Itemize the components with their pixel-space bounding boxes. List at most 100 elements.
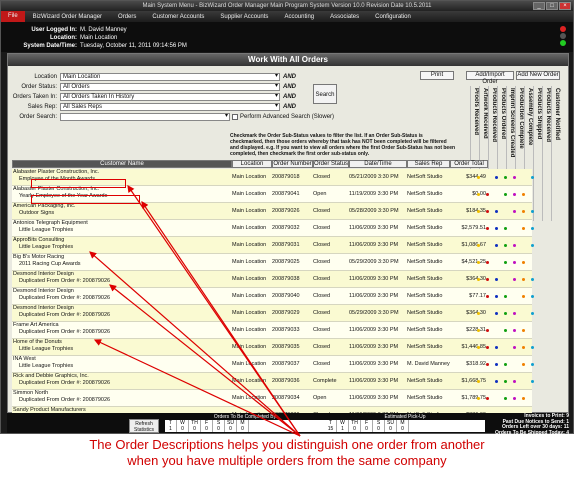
order-datetime: 05/28/2009 3:30 PM bbox=[349, 207, 399, 214]
filter-taken: Orders Taken In: All Orders Taken In His… bbox=[8, 92, 296, 101]
menu-customer-accounts[interactable]: Customer Accounts bbox=[144, 14, 212, 20]
status-dot-icon bbox=[483, 346, 492, 349]
table-row[interactable]: Simmon North Duplicated From Order #: 200… bbox=[12, 390, 532, 407]
orders-panel: Work With All Orders Location Main Locat… bbox=[7, 53, 569, 424]
col-sales-rep[interactable]: Sales Rep bbox=[407, 160, 450, 168]
sales-rep-select[interactable]: All Sales Reps bbox=[60, 102, 280, 111]
customer-name: Big B's Motor Racing bbox=[13, 254, 65, 260]
day-count: 0 bbox=[373, 426, 385, 432]
order-sales-rep: NetSoft Studio bbox=[407, 394, 443, 401]
order-search-input[interactable] bbox=[60, 112, 230, 121]
advanced-search-label: Perform Advanced Search (Slower) bbox=[240, 113, 335, 120]
order-datetime: 11/06/2009 3:30 PM bbox=[349, 241, 399, 248]
order-sales-rep: NetSoft Studio bbox=[407, 207, 443, 214]
maximize-button[interactable]: □ bbox=[546, 2, 558, 10]
order-status: Closed bbox=[313, 360, 331, 367]
table-row[interactable]: Frame Art America Duplicated From Order #… bbox=[12, 322, 532, 339]
order-number: 200879029 bbox=[272, 309, 300, 316]
caption-line-2: when you have multiple orders from the s… bbox=[127, 453, 447, 468]
location-label: Location: bbox=[50, 35, 77, 41]
location-select[interactable]: Main Location bbox=[60, 72, 280, 81]
menu-configuration[interactable]: Configuration bbox=[367, 14, 419, 20]
table-row[interactable]: Antonios Telegraph Equipment Little Leagu… bbox=[12, 220, 532, 237]
col-order-total[interactable]: Order Total bbox=[450, 160, 488, 168]
menu-file[interactable]: File bbox=[1, 11, 25, 22]
order-description: Duplicated From Order #: 200879026 bbox=[19, 329, 111, 335]
description-highlight bbox=[31, 195, 140, 204]
orders-taken-select[interactable]: All Orders Taken In History bbox=[60, 92, 280, 101]
status-dot-icon bbox=[492, 346, 501, 349]
status-lights-icon bbox=[557, 25, 569, 49]
order-description: Duplicated From Order #: 200879026 bbox=[19, 397, 111, 403]
order-datetime: 05/21/2009 3:30 PM bbox=[349, 173, 399, 180]
status-dot-icon bbox=[528, 380, 537, 383]
dot-row bbox=[474, 186, 564, 203]
order-number: 200879041 bbox=[272, 190, 300, 197]
status-dot-icon bbox=[519, 278, 528, 281]
order-sales-rep: NetSoft Studio bbox=[407, 377, 443, 384]
table-row[interactable]: American Packaging, Inc. Outdoor Signs Mai… bbox=[12, 203, 532, 220]
day-count: 0 bbox=[201, 426, 213, 432]
table-row[interactable]: Rick and Debbie Graphics, Inc. Duplicated… bbox=[12, 373, 532, 390]
status-dot-icon bbox=[510, 278, 519, 281]
menu-supplier-accounts[interactable]: Supplier Accounts bbox=[212, 14, 276, 20]
minimize-button[interactable]: _ bbox=[533, 2, 545, 10]
dot-row bbox=[474, 220, 564, 237]
menu-order-manager[interactable]: BizWizard Order Manager bbox=[25, 14, 110, 20]
order-number: 200879036 bbox=[272, 377, 300, 384]
table-row[interactable]: ApproBits Consulting Little League Trophi… bbox=[12, 237, 532, 254]
table-row[interactable]: Desmond Interior Design Duplicated From O… bbox=[12, 288, 532, 305]
order-number: 200879034 bbox=[272, 394, 300, 401]
order-status: Closed bbox=[313, 292, 331, 299]
annotation-caption: The Order Descriptions helps you disting… bbox=[0, 437, 574, 469]
col-order-number[interactable]: Order Number bbox=[272, 160, 313, 168]
order-number: 200879035 bbox=[272, 343, 300, 350]
customer-name: Home of the Donuts bbox=[13, 339, 62, 345]
order-status: Closed bbox=[313, 309, 331, 316]
add-import-order-button[interactable]: Add/Import Order bbox=[466, 71, 514, 85]
menu-orders[interactable]: Orders bbox=[110, 14, 144, 20]
customer-name: American Packaging, Inc. bbox=[13, 203, 76, 209]
status-dot-icon bbox=[474, 261, 483, 264]
and-label: AND bbox=[283, 103, 296, 110]
advanced-search-checkbox[interactable] bbox=[232, 113, 238, 120]
col-date-time[interactable]: Date/Time bbox=[349, 160, 407, 168]
order-status: Closed bbox=[313, 173, 331, 180]
order-sales-rep: NetSoft Studio bbox=[407, 326, 443, 333]
table-row[interactable]: Desmond Interior Design Duplicated From O… bbox=[12, 305, 532, 322]
status-dot-icon bbox=[501, 295, 510, 298]
close-button[interactable]: × bbox=[559, 2, 571, 10]
order-location: Main Location bbox=[232, 173, 267, 180]
order-number: 200879033 bbox=[272, 326, 300, 333]
col-order-status[interactable]: Order Status bbox=[313, 160, 349, 168]
table-row[interactable]: INA West Little League Trophies Main Locat… bbox=[12, 356, 532, 373]
table-row[interactable]: Desmond Interior Design Duplicated From O… bbox=[12, 271, 532, 288]
add-new-order-button[interactable]: Add New Order bbox=[516, 71, 560, 80]
status-dot-icon bbox=[501, 380, 510, 383]
refresh-statistics-button[interactable]: Refresh Statistics bbox=[129, 419, 159, 433]
order-number: 200879032 bbox=[272, 224, 300, 231]
menu-accounting[interactable]: Accounting bbox=[276, 14, 322, 20]
col-customer-name[interactable]: Customer Name bbox=[12, 160, 232, 168]
col-location[interactable]: Location bbox=[232, 160, 272, 168]
dot-row bbox=[474, 305, 564, 322]
title-bar: Main System Menu - BizWizard Order Manag… bbox=[1, 1, 573, 11]
order-status: Closed bbox=[313, 224, 331, 231]
search-button[interactable]: Search bbox=[313, 84, 337, 104]
table-row[interactable]: Big B's Motor Racing 2011 Racing Cup Awar… bbox=[12, 254, 532, 271]
status-dot-icon bbox=[510, 193, 519, 196]
order-number: 200879038 bbox=[272, 275, 300, 282]
status-dot-icon bbox=[528, 278, 537, 281]
print-button[interactable]: Print bbox=[420, 71, 454, 80]
order-status-select[interactable]: All Orders bbox=[60, 82, 280, 91]
description-highlight bbox=[31, 179, 126, 188]
menu-associates[interactable]: Associates bbox=[322, 14, 367, 20]
order-location: Main Location bbox=[232, 309, 267, 316]
datetime-value: Tuesday, October 11, 2011 09:14:56 PM bbox=[80, 43, 187, 49]
order-description: 2011 Racing Cup Awards bbox=[19, 261, 81, 267]
status-dot-icon bbox=[519, 227, 528, 230]
order-number: 200879025 bbox=[272, 258, 300, 265]
status-dot-icon bbox=[483, 261, 492, 264]
status-dot-icon bbox=[519, 397, 528, 400]
table-row[interactable]: Home of the Donuts Little League Trophies… bbox=[12, 339, 532, 356]
